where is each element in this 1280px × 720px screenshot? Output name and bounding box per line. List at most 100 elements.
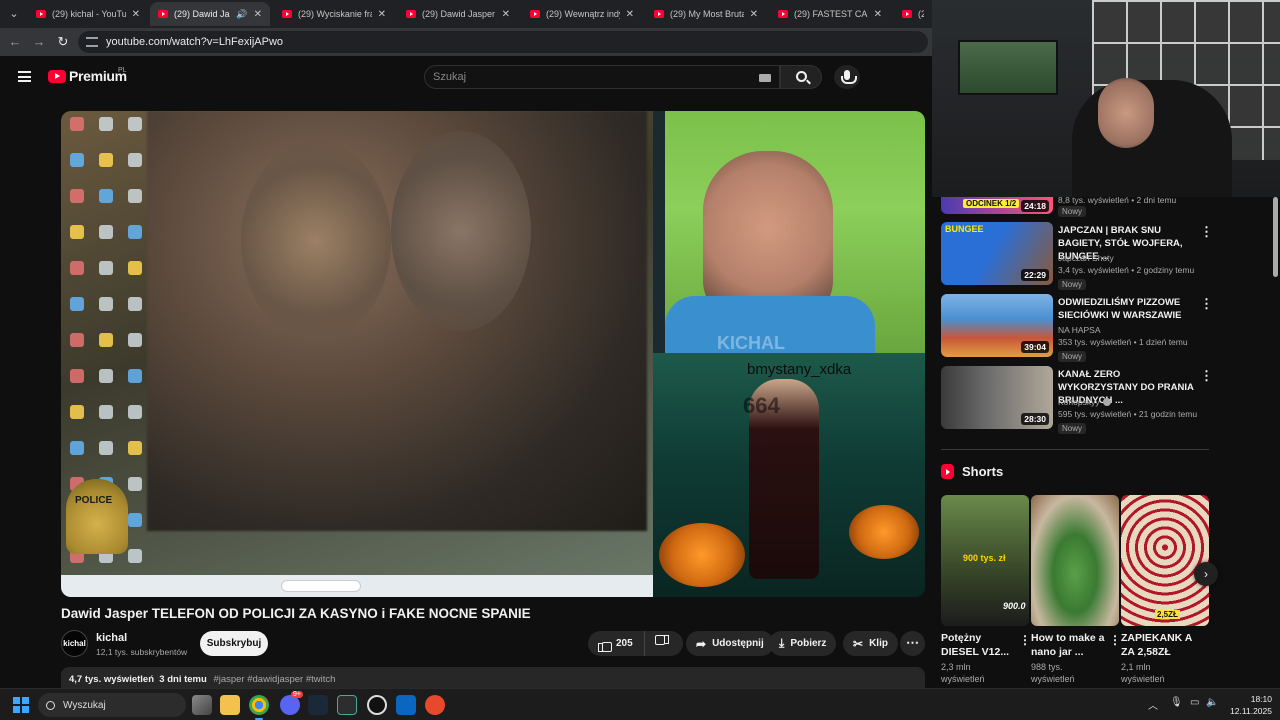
new-badge: Nowy	[1058, 351, 1087, 362]
tab-brutal[interactable]: (29) My Most Brutal V ✕	[646, 2, 766, 26]
app-icon[interactable]	[425, 695, 445, 715]
short-title[interactable]: How to make a nano jar ...	[1031, 631, 1105, 659]
recommendation-title[interactable]: ODWIEDZILIŚMY PIZZOWE SIECIÓWKI W WARSZA…	[1058, 296, 1198, 322]
speaker-icon[interactable]: 🔊	[236, 9, 247, 20]
more-options-icon[interactable]: ⋮	[1109, 633, 1121, 647]
keyboard-icon[interactable]	[759, 74, 771, 82]
download-button[interactable]: ⤓ Pobierz	[769, 631, 837, 656]
tab-partial[interactable]: (29) A	[894, 2, 932, 26]
tab-dawid-jasper-om[interactable]: (29) Dawid Jasper OM ✕	[398, 2, 518, 26]
more-actions-button[interactable]: ⋯	[900, 631, 925, 656]
short-thumbnail[interactable]	[1031, 495, 1119, 626]
menu-icon[interactable]	[18, 71, 31, 82]
channel-avatar[interactable]: kichal	[61, 630, 88, 657]
short-overlay-text: 900 tys. zł	[963, 553, 1006, 563]
youtube-favicon-icon	[778, 10, 788, 18]
recommendation-thumbnail[interactable]: BUNGEE 22:29	[941, 222, 1053, 285]
site-info-icon[interactable]	[86, 37, 98, 47]
search-input[interactable]	[433, 69, 733, 85]
short-title[interactable]: ZAPIEKANK A ZA 2,58ZŁ	[1121, 631, 1195, 659]
more-options-icon[interactable]: ⋮	[1200, 224, 1213, 240]
scrollbar-thumb[interactable]	[1273, 197, 1278, 277]
shorts-next-arrow-icon[interactable]: ›	[1194, 562, 1218, 586]
recommendation-meta: 595 tys. wyświetleń • 21 godzin temu	[1058, 409, 1198, 419]
shorts-title: Shorts	[962, 464, 1004, 479]
subscribe-button[interactable]: Subskrybuj	[200, 631, 268, 656]
clip-button[interactable]: ✂ Klip	[843, 631, 898, 656]
streamer-head	[1098, 78, 1154, 148]
tab-wyciskanie[interactable]: (29) Wyciskanie franc ✕	[274, 2, 394, 26]
short-thumbnail[interactable]: 900 tys. zł 900.0	[941, 495, 1029, 626]
reload-icon[interactable]: ↻	[54, 33, 72, 51]
short-title[interactable]: Potężny DIESEL V12...	[941, 631, 1015, 659]
recommendation-item[interactable]: BUNGEE 22:29 JAPCZAN | BRAK SNU BAGIETY,…	[941, 222, 1213, 290]
video-player[interactable]: POLICE KICHAL bmystany_xdka 664	[61, 111, 925, 597]
search-box[interactable]	[424, 65, 780, 89]
address-bar[interactable]: youtube.com/watch?v=LhFexijAPwo	[78, 31, 928, 53]
recommendation-thumbnail[interactable]: 28:30	[941, 366, 1053, 429]
taskbar-search[interactable]: Wyszukaj	[38, 693, 186, 717]
page-scrollbar[interactable]	[1272, 197, 1280, 697]
more-options-icon[interactable]: ⋮	[1200, 296, 1213, 312]
youtube-favicon-icon	[36, 10, 46, 18]
recommendation-thumbnail[interactable]: 39:04	[941, 294, 1053, 357]
tab-label: (29) Dawid Jasper	[174, 9, 230, 19]
forward-arrow-icon[interactable]: →	[30, 33, 48, 51]
tab-dawid-jasper-active[interactable]: (29) Dawid Jasper 🔊 ✕	[150, 2, 270, 26]
more-options-icon[interactable]: ⋮	[1019, 633, 1031, 647]
microphone-tray-icon[interactable]: 🎙	[1170, 697, 1183, 708]
short-item[interactable]: 900 tys. zł 900.0 Potężny DIESEL V12... …	[941, 495, 1031, 684]
recommendation-thumbnail[interactable]: ODCINEK 1/2 24:18	[941, 197, 1053, 214]
tab-search-icon[interactable]: ⌄	[4, 4, 24, 24]
tab-wewnatrz[interactable]: (29) Wewnątrz indyjs ✕	[522, 2, 642, 26]
short-item[interactable]: 2,5ZŁ ZAPIEKANK A ZA 2,58ZŁ 2,1 mln wyśw…	[1121, 495, 1209, 684]
thumbnail-text: ODCINEK 1/2	[963, 199, 1020, 208]
like-button[interactable]: 205	[588, 631, 645, 656]
short-overlay-text: 900.0	[1003, 601, 1026, 611]
windows-start-icon[interactable]	[13, 697, 29, 713]
file-explorer-icon[interactable]	[220, 695, 240, 715]
tab-kichal[interactable]: (29) kichal - YouTube ✕	[28, 2, 148, 26]
app-icon[interactable]	[396, 695, 416, 715]
recommendation-channel[interactable]: Japczan Shoty	[1058, 253, 1114, 263]
system-clock[interactable]: 18:10 12.11.2025	[1222, 693, 1272, 717]
tab-close-icon[interactable]: ✕	[626, 9, 634, 20]
terminal-icon[interactable]	[337, 695, 357, 715]
dislike-button[interactable]	[645, 631, 683, 656]
app-icon[interactable]	[367, 695, 387, 715]
short-thumbnail[interactable]: 2,5ZŁ	[1121, 495, 1209, 626]
back-arrow-icon[interactable]: ←	[6, 33, 24, 51]
recommendation-item[interactable]: ODCINEK 1/2 24:18 8,8 tys. wyświetleń • …	[941, 195, 1209, 219]
display-tray-icon[interactable]: ▭	[1190, 697, 1199, 708]
recommendation-item[interactable]: 28:30 KANAŁ ZERO WYKORZYSTANY DO PRANIA …	[941, 366, 1213, 434]
steam-icon[interactable]	[308, 695, 328, 715]
tray-chevron-up-icon[interactable]: ︿	[1148, 697, 1158, 712]
youtube-logo[interactable]: Premium	[48, 68, 127, 84]
recommendation-item[interactable]: 39:04 ODWIEDZILIŚMY PIZZOWE SIECIÓWKI W …	[941, 294, 1213, 362]
share-button[interactable]: ➦ Udostępnij	[686, 631, 774, 656]
voice-search-button[interactable]	[834, 65, 860, 89]
overlay-username: bmystany_xdka	[747, 361, 852, 378]
tab-close-icon[interactable]: ✕	[502, 9, 510, 20]
subscriber-count: 12,1 tys. subskrybentów	[96, 647, 188, 657]
short-overlay-text: 2,5ZŁ	[1155, 610, 1180, 619]
download-icon: ⤓	[779, 636, 785, 650]
tab-close-icon[interactable]: ✕	[132, 9, 140, 20]
recommendation-channel[interactable]: Konopskyy	[1058, 397, 1111, 407]
recommendation-channel[interactable]: NA HAPSA	[1058, 325, 1101, 335]
search-button[interactable]	[780, 65, 822, 89]
chrome-icon[interactable]	[249, 695, 269, 720]
verified-icon	[1102, 398, 1111, 406]
tab-fastest-car[interactable]: (29) FASTEST CAR ON ✕	[770, 2, 890, 26]
tab-close-icon[interactable]: ✕	[378, 9, 386, 20]
tab-close-icon[interactable]: ✕	[750, 9, 758, 20]
channel-name[interactable]: kichal	[96, 632, 127, 644]
more-options-icon[interactable]: ⋮	[1200, 368, 1213, 384]
tab-close-icon[interactable]: ✕	[874, 9, 882, 20]
tab-close-icon[interactable]: ✕	[254, 9, 262, 20]
task-view-icon[interactable]	[192, 695, 212, 715]
short-item[interactable]: How to make a nano jar ... 988 tys. wyśw…	[1031, 495, 1121, 684]
volume-tray-icon[interactable]: 🔈	[1206, 697, 1218, 708]
discord-icon[interactable]: 9+	[280, 691, 303, 715]
hashtags[interactable]: #jasper #dawidjasper #twitch	[213, 674, 335, 685]
